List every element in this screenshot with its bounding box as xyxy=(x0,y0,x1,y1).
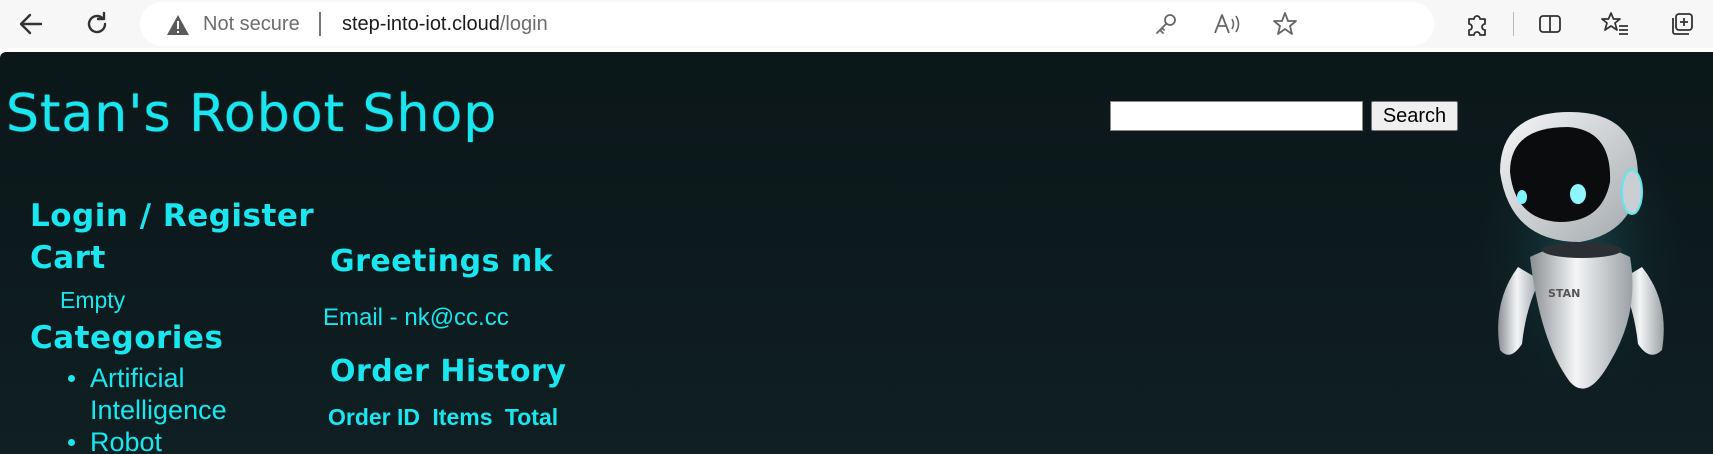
url-host: step-into-iot.cloud xyxy=(342,13,500,35)
favorite-star-icon[interactable] xyxy=(1272,11,1298,37)
category-item-artificial-intelligence[interactable]: Artificial Intelligence xyxy=(66,362,256,426)
category-item-robot[interactable]: Robot xyxy=(66,426,256,454)
email-line: Email - nk@cc.cc xyxy=(323,304,509,331)
refresh-button[interactable] xyxy=(80,7,114,41)
column-total: Total xyxy=(504,404,559,430)
browser-toolbar: Not secure step-into-iot.cloud/login xyxy=(0,0,1713,48)
categories-heading: Categories xyxy=(30,320,224,356)
login-register-link[interactable]: Login / Register xyxy=(30,198,314,234)
read-aloud-icon[interactable] xyxy=(1212,11,1242,37)
category-list: Artificial Intelligence Robot xyxy=(66,362,256,454)
favorites-button[interactable] xyxy=(1600,9,1630,39)
collections-button[interactable] xyxy=(1667,9,1697,39)
refresh-icon xyxy=(87,11,107,34)
search-button[interactable]: Search xyxy=(1371,101,1458,131)
security-status-label[interactable]: Not secure xyxy=(203,13,300,36)
cart-status: Empty xyxy=(60,287,126,313)
search-input[interactable] xyxy=(1110,101,1363,131)
address-bar[interactable]: Not secure step-into-iot.cloud/login xyxy=(140,2,1434,46)
split-screen-button[interactable] xyxy=(1535,9,1565,39)
key-icon[interactable] xyxy=(1153,11,1179,37)
cart-link[interactable]: Cart xyxy=(30,240,106,276)
url-text[interactable]: step-into-iot.cloud/login xyxy=(342,13,548,36)
back-button[interactable] xyxy=(14,7,48,41)
extensions-button[interactable] xyxy=(1462,9,1492,39)
column-order-id: Order ID xyxy=(328,404,421,430)
svg-text:STAN: STAN xyxy=(1548,287,1580,300)
toolbar-divider xyxy=(1513,12,1514,36)
robot-mascot-image: STAN xyxy=(1470,92,1690,402)
order-table-header: Order ID Items Total xyxy=(328,404,564,431)
extensions-icon xyxy=(1468,15,1486,36)
favorites-icon xyxy=(1601,12,1628,35)
address-divider xyxy=(319,12,321,36)
url-path: /login xyxy=(499,13,548,35)
split-screen-icon xyxy=(1539,15,1561,33)
order-history-heading: Order History xyxy=(330,354,567,389)
greeting-heading: Greetings nk xyxy=(330,244,554,279)
site-title[interactable]: Stan's Robot Shop xyxy=(6,84,497,144)
collections-icon xyxy=(1672,13,1693,35)
web-page: Stan's Robot Shop Search Login / Registe… xyxy=(0,52,1713,454)
warning-icon[interactable] xyxy=(166,14,190,36)
back-icon xyxy=(19,13,43,35)
column-items: Items xyxy=(432,404,493,430)
